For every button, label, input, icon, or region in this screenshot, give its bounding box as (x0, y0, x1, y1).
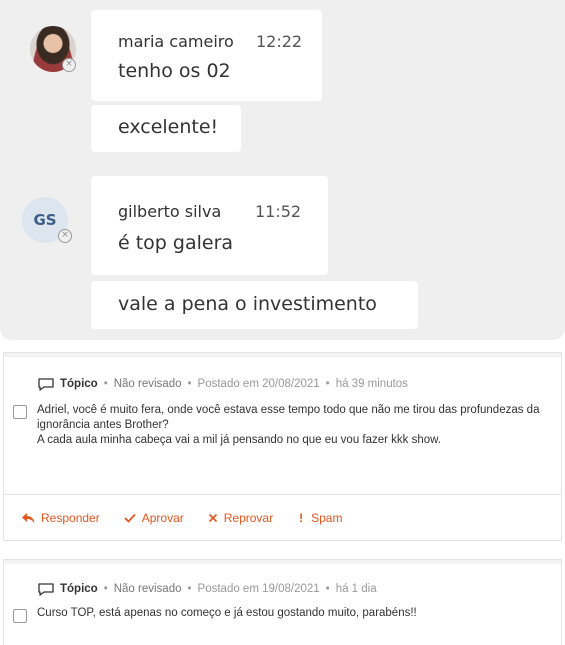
review-status: Não revisado (113, 582, 182, 595)
message-bubble: maria cameiro 12:22 tenho os 02 (91, 10, 322, 101)
select-checkbox[interactable] (13, 405, 27, 419)
comment-type: Tópico (60, 377, 98, 390)
separator-dot: • (103, 377, 108, 390)
separator-dot: • (187, 582, 192, 595)
comment-text-line: Adriel, você é muito fera, onde você est… (37, 404, 540, 416)
posted-date: Postado em 19/08/2021 (197, 582, 320, 595)
speech-bubble-icon (38, 583, 54, 596)
comment-meta: Tópico • Não revisado • Postado em 19/08… (38, 582, 377, 596)
spam-label: Spam (311, 511, 343, 525)
exclamation-icon: ! (299, 511, 304, 525)
message-text: tenho os 02 (118, 60, 231, 82)
card-top-strip (4, 353, 561, 357)
posted-ago: há 39 minutos (335, 377, 408, 390)
message-text: vale a pena o investimento (118, 293, 377, 315)
reject-button[interactable]: Reprovar (208, 511, 273, 525)
offline-status-icon: × (58, 229, 72, 243)
approve-label: Aprovar (141, 511, 184, 525)
close-icon (208, 513, 217, 523)
chat-panel: × maria cameiro 12:22 tenho os 02 excele… (0, 0, 565, 340)
separator-dot: • (103, 582, 108, 595)
message-author: gilberto silva (118, 202, 222, 221)
comment-text: Curso TOP, está apenas no começo e já es… (37, 606, 557, 621)
posted-ago: há 1 dia (335, 582, 377, 595)
card-top-strip (4, 560, 561, 564)
moderation-actions: Responder Aprovar Reprovar ! Spam (4, 494, 561, 541)
reject-label: Reprovar (223, 511, 274, 525)
message-time: 11:52 (255, 202, 302, 221)
comment-type: Tópico (60, 582, 98, 595)
separator-dot: • (325, 377, 330, 390)
comment-text-line: Curso TOP, está apenas no começo e já es… (37, 607, 417, 619)
comment-card: Tópico • Não revisado • Postado em 20/08… (3, 352, 562, 541)
message-bubble: vale a pena o investimento (91, 281, 418, 329)
comment-meta: Tópico • Não revisado • Postado em 20/08… (38, 377, 408, 391)
select-checkbox[interactable] (13, 609, 27, 623)
separator-dot: • (187, 377, 192, 390)
message-text: excelente! (118, 116, 219, 138)
separator-dot: • (325, 582, 330, 595)
comment-card: Tópico • Não revisado • Postado em 19/08… (3, 559, 562, 645)
comment-text-line: A cada aula minha cabeça vai a mil já pe… (37, 434, 442, 446)
reply-label: Responder (41, 511, 100, 525)
message-author: maria cameiro (118, 32, 234, 51)
message-bubble: gilberto silva 11:52 é top galera (91, 176, 328, 275)
review-status: Não revisado (113, 377, 182, 390)
message-bubble: excelente! (91, 105, 241, 152)
comment-text-line: ignorância antes Brother? (37, 419, 169, 431)
reply-button[interactable]: Responder (22, 511, 100, 525)
approve-button[interactable]: Aprovar (124, 511, 184, 525)
spam-button[interactable]: ! Spam (297, 511, 342, 525)
comment-text: Adriel, você é muito fera, onde você est… (37, 403, 557, 448)
reply-icon (22, 512, 35, 523)
posted-date: Postado em 20/08/2021 (197, 377, 320, 390)
message-text: é top galera (118, 232, 234, 254)
message-time: 12:22 (256, 32, 303, 51)
speech-bubble-icon (38, 378, 54, 391)
check-icon (124, 513, 136, 523)
offline-status-icon: × (62, 58, 76, 72)
